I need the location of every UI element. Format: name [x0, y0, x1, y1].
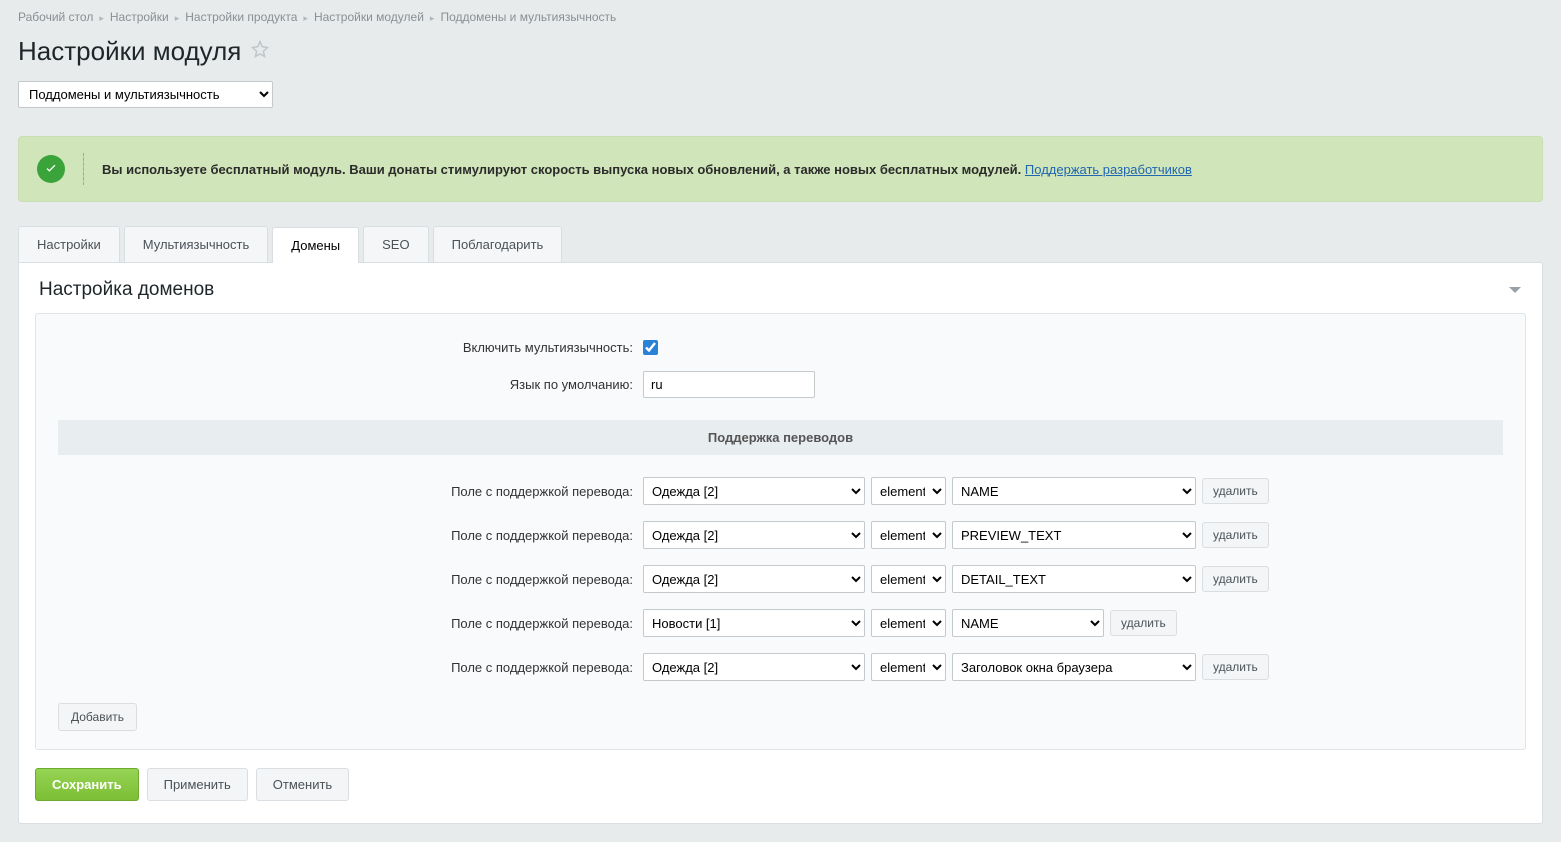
translation-row-label: Поле с поддержкой перевода: — [58, 572, 643, 587]
field-select[interactable]: NAME — [952, 477, 1196, 505]
tab-настройки[interactable]: Настройки — [18, 226, 120, 262]
scope-select[interactable]: element — [871, 653, 946, 681]
iblock-select[interactable]: Одежда [2] — [643, 521, 865, 549]
add-button[interactable]: Добавить — [58, 703, 137, 731]
breadcrumb-separator-icon: ▸ — [303, 13, 308, 23]
tab-мультиязычность[interactable]: Мультиязычность — [124, 226, 269, 262]
apply-button[interactable]: Применить — [147, 768, 248, 801]
check-circle-icon — [37, 155, 65, 183]
panel: Настройка доменов Включить мультиязычнос… — [18, 262, 1543, 824]
iblock-select[interactable]: Новости [1] — [643, 609, 865, 637]
favorite-star-icon[interactable] — [251, 40, 269, 63]
breadcrumb: Рабочий стол ▸ Настройки ▸ Настройки продукт… — [18, 0, 1543, 34]
save-button[interactable]: Сохранить — [35, 768, 139, 801]
alert-text: Вы используете бесплатный модуль. Ваши д… — [102, 162, 1021, 177]
support-link[interactable]: Поддержать разработчиков — [1025, 162, 1192, 177]
translation-row: Поле с поддержкой перевода:Одежда [2]ele… — [58, 513, 1503, 557]
breadcrumb-item[interactable]: Настройки продукта — [185, 10, 297, 24]
iblock-select[interactable]: Одежда [2] — [643, 653, 865, 681]
tab-seo[interactable]: SEO — [363, 226, 428, 262]
breadcrumb-separator-icon: ▸ — [430, 13, 435, 23]
iblock-select[interactable]: Одежда [2] — [643, 477, 865, 505]
tab-домены[interactable]: Домены — [272, 227, 359, 263]
enable-multilang-label: Включить мультиязычность: — [58, 340, 643, 355]
translation-row-label: Поле с поддержкой перевода: — [58, 616, 643, 631]
field-select[interactable]: Заголовок окна браузера — [952, 653, 1196, 681]
section-header: Поддержка переводов — [58, 420, 1503, 455]
scope-select[interactable]: element — [871, 521, 946, 549]
collapse-icon[interactable] — [1508, 283, 1522, 298]
breadcrumb-item[interactable]: Рабочий стол — [18, 10, 93, 24]
breadcrumb-item[interactable]: Настройки — [110, 10, 169, 24]
cancel-button[interactable]: Отменить — [256, 768, 349, 801]
translation-row-label: Поле с поддержкой перевода: — [58, 484, 643, 499]
translation-row: Поле с поддержкой перевода:Новости [1]el… — [58, 601, 1503, 645]
delete-button[interactable]: удалить — [1202, 478, 1269, 504]
breadcrumb-item[interactable]: Настройки модулей — [314, 10, 424, 24]
scope-select[interactable]: element — [871, 609, 946, 637]
scope-select[interactable]: element — [871, 565, 946, 593]
default-lang-label: Язык по умолчанию: — [58, 377, 643, 392]
translation-row: Поле с поддержкой перевода:Одежда [2]ele… — [58, 469, 1503, 513]
breadcrumb-separator-icon: ▸ — [175, 13, 180, 23]
scope-select[interactable]: element — [871, 477, 946, 505]
delete-button[interactable]: удалить — [1202, 522, 1269, 548]
breadcrumb-separator-icon: ▸ — [99, 13, 104, 23]
page-title: Настройки модуля — [18, 36, 241, 67]
info-alert: Вы используете бесплатный модуль. Ваши д… — [18, 136, 1543, 202]
breadcrumb-item[interactable]: Поддомены и мультиязычность — [440, 10, 616, 24]
field-select[interactable]: DETAIL_TEXT — [952, 565, 1196, 593]
field-select[interactable]: NAME — [952, 609, 1104, 637]
iblock-select[interactable]: Одежда [2] — [643, 565, 865, 593]
panel-title: Настройка доменов — [39, 279, 214, 301]
translation-row-label: Поле с поддержкой перевода: — [58, 660, 643, 675]
delete-button[interactable]: удалить — [1202, 654, 1269, 680]
form-area: Включить мультиязычность: Язык по умолча… — [35, 313, 1526, 750]
translation-row-label: Поле с поддержкой перевода: — [58, 528, 643, 543]
delete-button[interactable]: удалить — [1202, 566, 1269, 592]
tabs: НастройкиМультиязычностьДоменыSEOПоблаго… — [18, 226, 1543, 262]
field-select[interactable]: PREVIEW_TEXT — [952, 521, 1196, 549]
default-lang-input[interactable] — [643, 371, 815, 398]
delete-button[interactable]: удалить — [1110, 610, 1177, 636]
tab-поблагодарить[interactable]: Поблагодарить — [433, 226, 563, 262]
translation-row: Поле с поддержкой перевода:Одежда [2]ele… — [58, 557, 1503, 601]
enable-multilang-checkbox[interactable] — [643, 340, 658, 355]
translation-row: Поле с поддержкой перевода:Одежда [2]ele… — [58, 645, 1503, 689]
module-select[interactable]: Поддомены и мультиязычность — [18, 81, 273, 108]
